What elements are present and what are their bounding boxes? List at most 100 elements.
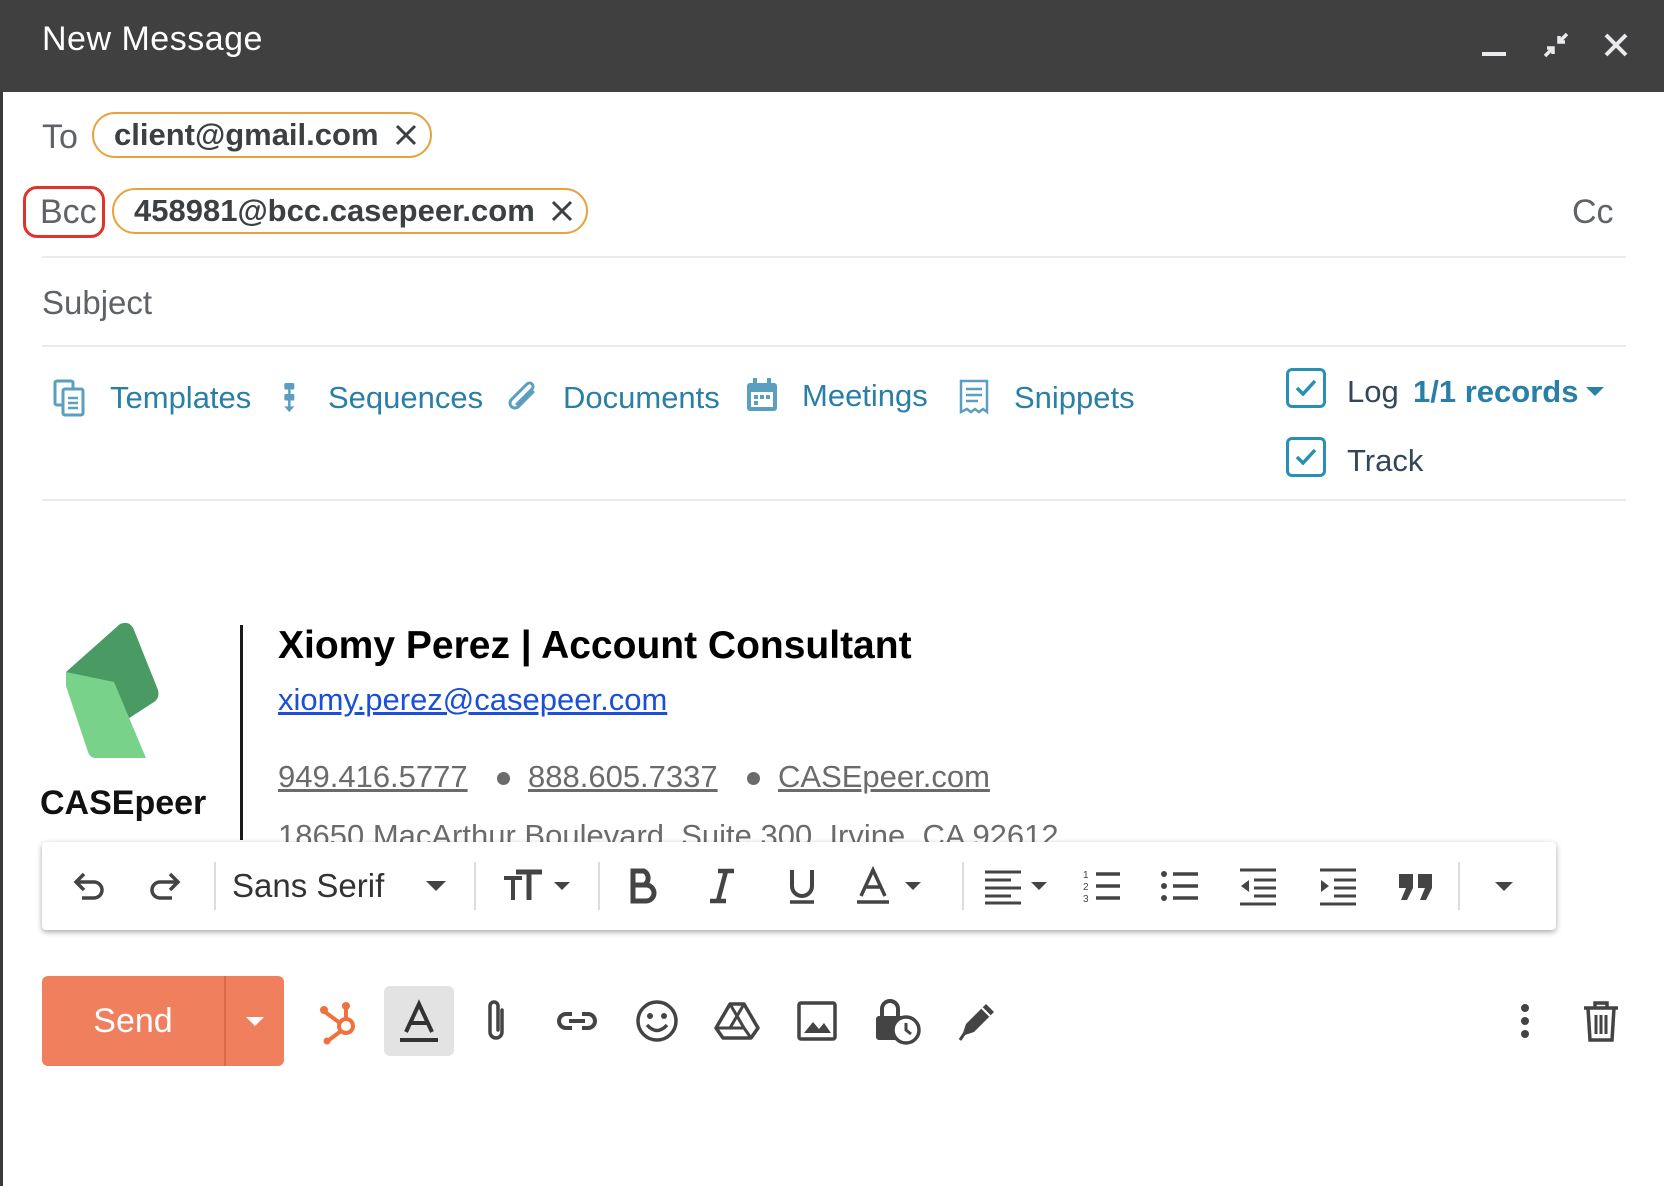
more-vert-icon bbox=[1521, 1004, 1529, 1038]
casepeer-logo-text: CASEpeer bbox=[40, 784, 207, 822]
undo-button[interactable] bbox=[60, 842, 116, 930]
remove-recipient-icon[interactable] bbox=[545, 194, 579, 228]
bcc-recipient-chip[interactable]: 458981@bcc.casepeer.com bbox=[112, 188, 588, 234]
log-checkbox[interactable] bbox=[1286, 368, 1326, 408]
insert-drive-button[interactable] bbox=[702, 986, 772, 1056]
bcc-label[interactable]: Bcc bbox=[40, 193, 97, 232]
check-icon bbox=[1295, 379, 1317, 397]
insert-signature-button[interactable] bbox=[942, 986, 1012, 1056]
chevron-down-icon[interactable] bbox=[1586, 387, 1604, 396]
photo-icon bbox=[797, 1001, 837, 1041]
track-checkbox[interactable] bbox=[1286, 437, 1326, 477]
redo-icon bbox=[150, 872, 181, 900]
log-records-dropdown[interactable]: 1/1 records bbox=[1413, 374, 1578, 410]
redo-button[interactable] bbox=[138, 842, 194, 930]
discard-draft-button[interactable] bbox=[1566, 986, 1636, 1056]
insert-emoji-button[interactable] bbox=[622, 986, 692, 1056]
formatting-toolbar: Sans Serif 1 2 3 bbox=[42, 842, 1556, 930]
svg-text:2: 2 bbox=[1083, 882, 1089, 893]
exit-fullscreen-icon bbox=[1543, 32, 1569, 58]
emoji-icon bbox=[636, 1000, 678, 1042]
numbered-list-icon: 1 2 3 bbox=[1083, 870, 1120, 905]
bulleted-list-icon bbox=[1161, 871, 1198, 901]
divider bbox=[42, 256, 1626, 258]
templates-label: Templates bbox=[110, 380, 252, 415]
hubspot-icon bbox=[320, 1002, 355, 1045]
indent-more-icon bbox=[1320, 868, 1356, 906]
sequences-label: Sequences bbox=[328, 380, 484, 415]
lock-clock-icon bbox=[876, 999, 921, 1045]
check-icon bbox=[1295, 448, 1317, 466]
formatting-options-button[interactable] bbox=[384, 986, 454, 1056]
remove-recipient-icon[interactable] bbox=[389, 118, 423, 152]
link-icon bbox=[557, 1012, 597, 1030]
signature-website-link[interactable]: CASEpeer.com bbox=[778, 759, 990, 795]
templates-button[interactable]: Templates bbox=[52, 378, 251, 418]
svg-text:3: 3 bbox=[1083, 894, 1089, 905]
italic-button[interactable] bbox=[694, 842, 750, 930]
subject-input[interactable]: Subject bbox=[42, 284, 152, 322]
font-family-select[interactable]: Sans Serif bbox=[232, 842, 472, 930]
trash-icon bbox=[1584, 1001, 1618, 1042]
font-size-button[interactable] bbox=[492, 842, 592, 930]
to-label: To bbox=[42, 118, 78, 156]
send-options-button[interactable] bbox=[224, 976, 284, 1066]
pen-icon bbox=[958, 1004, 994, 1041]
casepeer-logo-icon bbox=[66, 622, 159, 758]
confidential-mode-button[interactable] bbox=[862, 986, 932, 1056]
paperclip-icon bbox=[508, 381, 535, 410]
meetings-label: Meetings bbox=[802, 378, 928, 413]
signature-name: Xiomy Perez | Account Consultant bbox=[278, 624, 912, 667]
separator-dot bbox=[747, 772, 760, 785]
hubspot-button[interactable] bbox=[305, 986, 375, 1056]
snippets-icon bbox=[959, 379, 989, 415]
toolbar-separator bbox=[962, 862, 964, 910]
to-recipient-chip[interactable]: client@gmail.com bbox=[92, 112, 432, 158]
bold-button[interactable] bbox=[614, 842, 670, 930]
exit-fullscreen-button[interactable] bbox=[1533, 22, 1579, 68]
insert-link-button[interactable] bbox=[542, 986, 612, 1056]
numbered-list-button[interactable]: 1 2 3 bbox=[1074, 842, 1130, 930]
align-button[interactable] bbox=[976, 842, 1066, 930]
bold-icon bbox=[630, 868, 657, 904]
toolbar-separator bbox=[598, 862, 600, 910]
more-options-button[interactable] bbox=[1490, 986, 1560, 1056]
window-title: New Message bbox=[42, 20, 263, 58]
text-color-icon bbox=[857, 866, 921, 904]
chevron-down-icon bbox=[426, 881, 447, 891]
window-edge bbox=[0, 92, 3, 1186]
signature-email-link[interactable]: xiomy.perez@casepeer.com bbox=[278, 682, 667, 718]
close-icon bbox=[1604, 33, 1628, 57]
send-button[interactable]: Send bbox=[42, 976, 224, 1066]
minimize-button[interactable] bbox=[1472, 22, 1518, 68]
sequences-button[interactable]: Sequences bbox=[276, 378, 483, 418]
quote-button[interactable] bbox=[1388, 842, 1444, 930]
bcc-recipient-text: 458981@bcc.casepeer.com bbox=[134, 193, 535, 228]
quote-icon bbox=[1399, 874, 1432, 900]
insert-photo-button[interactable] bbox=[782, 986, 852, 1056]
bulleted-list-button[interactable] bbox=[1152, 842, 1208, 930]
close-button[interactable] bbox=[1593, 22, 1639, 68]
indent-more-button[interactable] bbox=[1310, 842, 1366, 930]
drive-icon bbox=[714, 1002, 760, 1040]
documents-button[interactable]: Documents bbox=[505, 378, 720, 418]
signature-phone-1[interactable]: 949.416.5777 bbox=[278, 759, 468, 795]
chevron-down-icon bbox=[1495, 882, 1513, 891]
underline-button[interactable] bbox=[774, 842, 830, 930]
snippets-button[interactable]: Snippets bbox=[956, 378, 1135, 418]
meetings-button[interactable]: Meetings bbox=[744, 376, 928, 416]
more-formatting-button[interactable] bbox=[1474, 842, 1534, 930]
log-label: Log bbox=[1347, 374, 1399, 409]
documents-label: Documents bbox=[563, 380, 720, 415]
undo-icon bbox=[73, 872, 104, 900]
text-color-button[interactable] bbox=[850, 842, 940, 930]
indent-less-icon bbox=[1240, 868, 1276, 906]
signature-phone-2[interactable]: 888.605.7337 bbox=[528, 759, 718, 795]
indent-less-button[interactable] bbox=[1230, 842, 1286, 930]
toolbar-separator bbox=[474, 862, 476, 910]
cc-link[interactable]: Cc bbox=[1572, 193, 1614, 232]
signature-address: 18650 MacArthur Boulevard, Suite 300, Ir… bbox=[278, 818, 1059, 842]
attach-file-button[interactable] bbox=[462, 986, 532, 1056]
snippets-label: Snippets bbox=[1014, 380, 1135, 415]
signature-divider bbox=[240, 625, 243, 840]
